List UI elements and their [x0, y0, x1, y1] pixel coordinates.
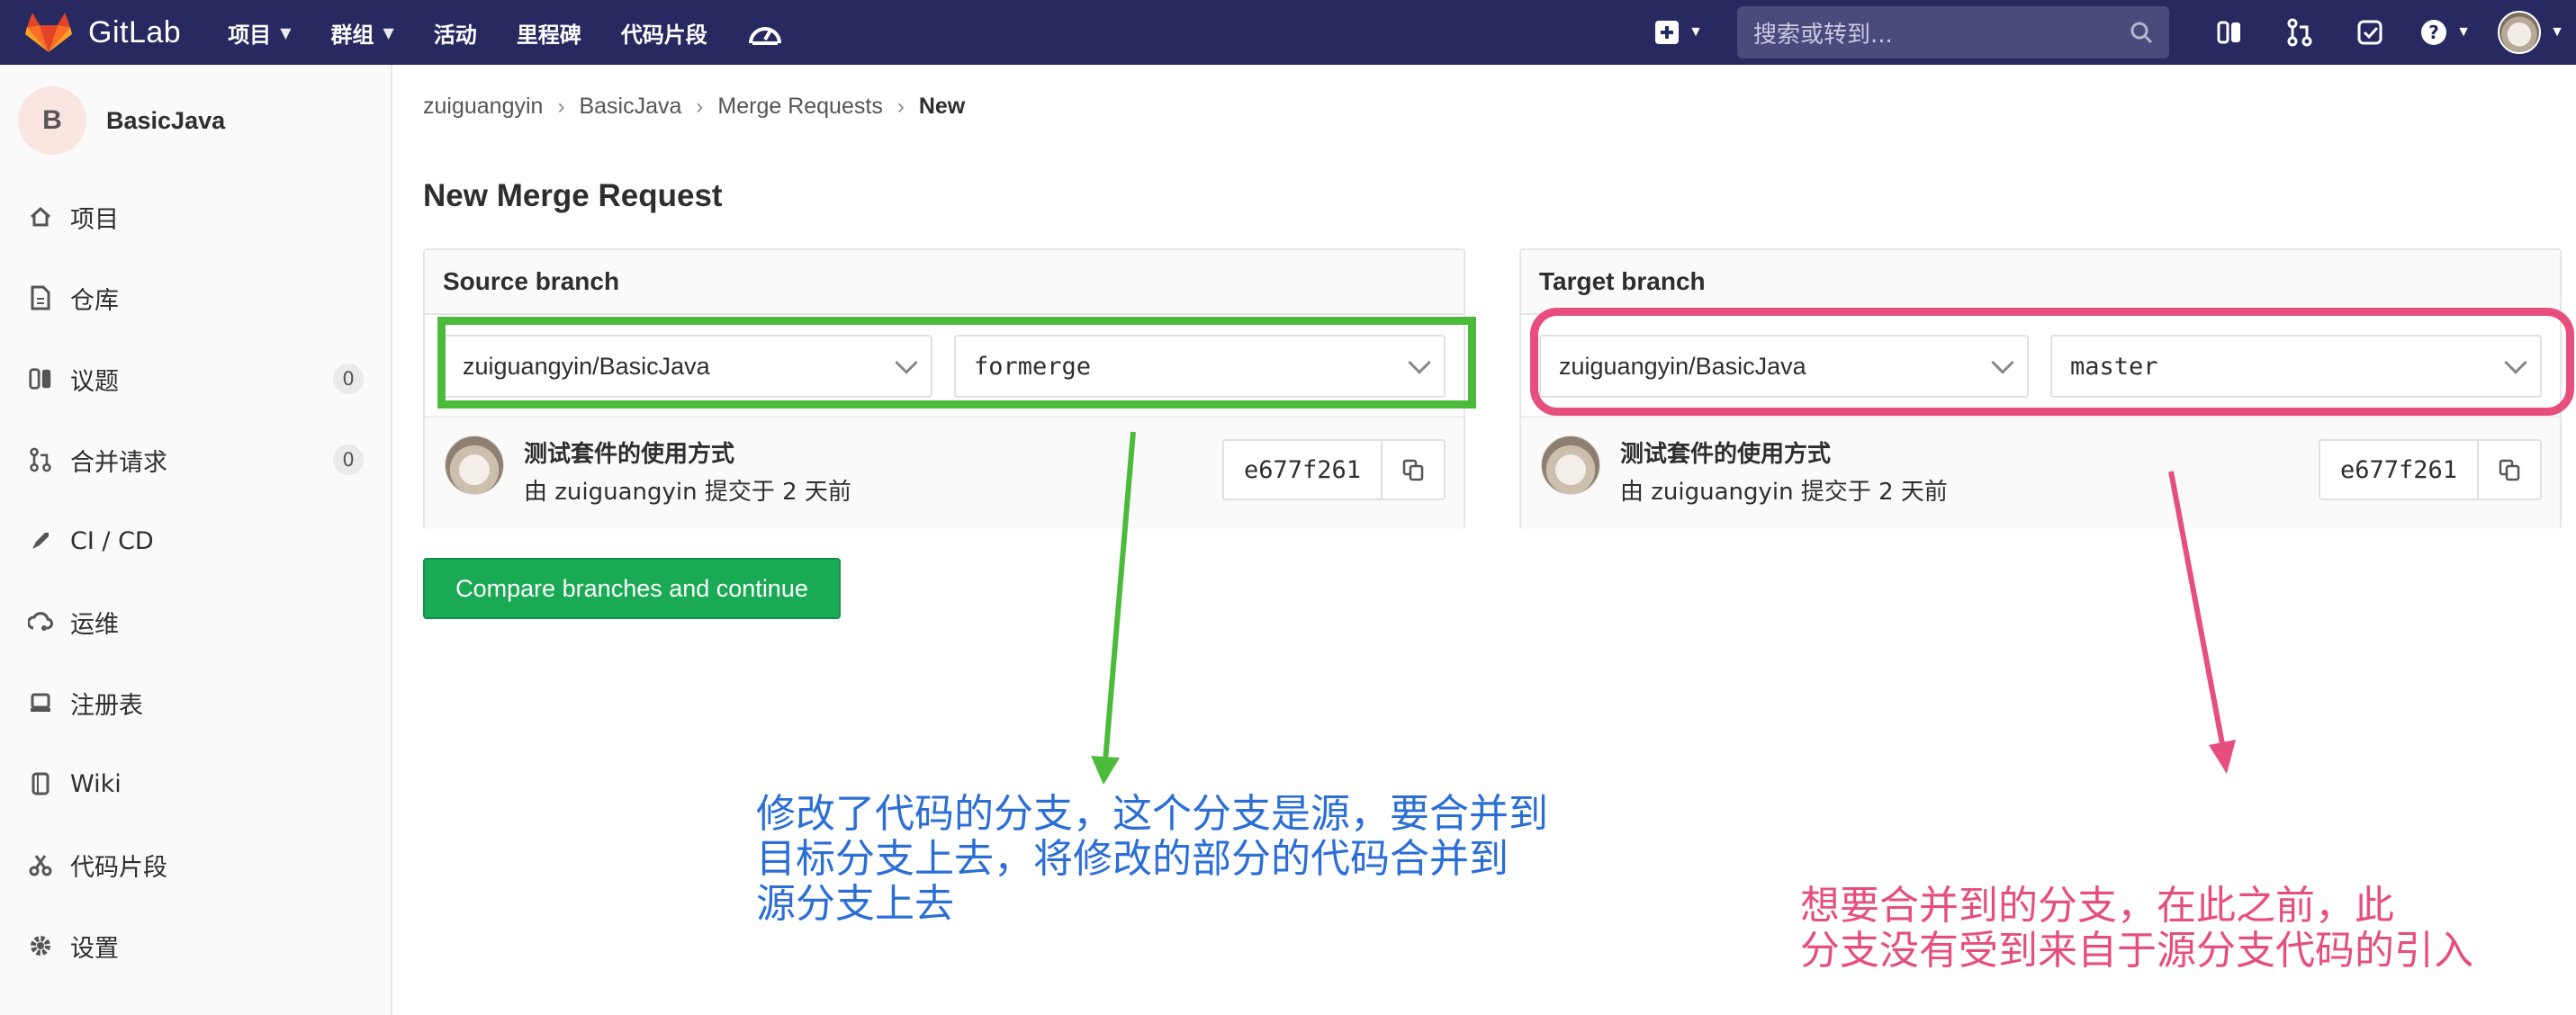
pink-arrow-head [2209, 740, 2236, 774]
source-annotation-note: 修改了代码的分支，这个分支是源，要合并到 目标分支上去，将修改的部分的代码合并到… [756, 791, 1548, 927]
target-annotation-note: 想要合并到的分支，在此之前，此 分支没有受到来自于源分支代码的引入 [1800, 883, 2473, 974]
green-arrow [1103, 431, 1136, 762]
green-arrow-head [1091, 756, 1120, 785]
pink-arrow [2168, 471, 2226, 750]
